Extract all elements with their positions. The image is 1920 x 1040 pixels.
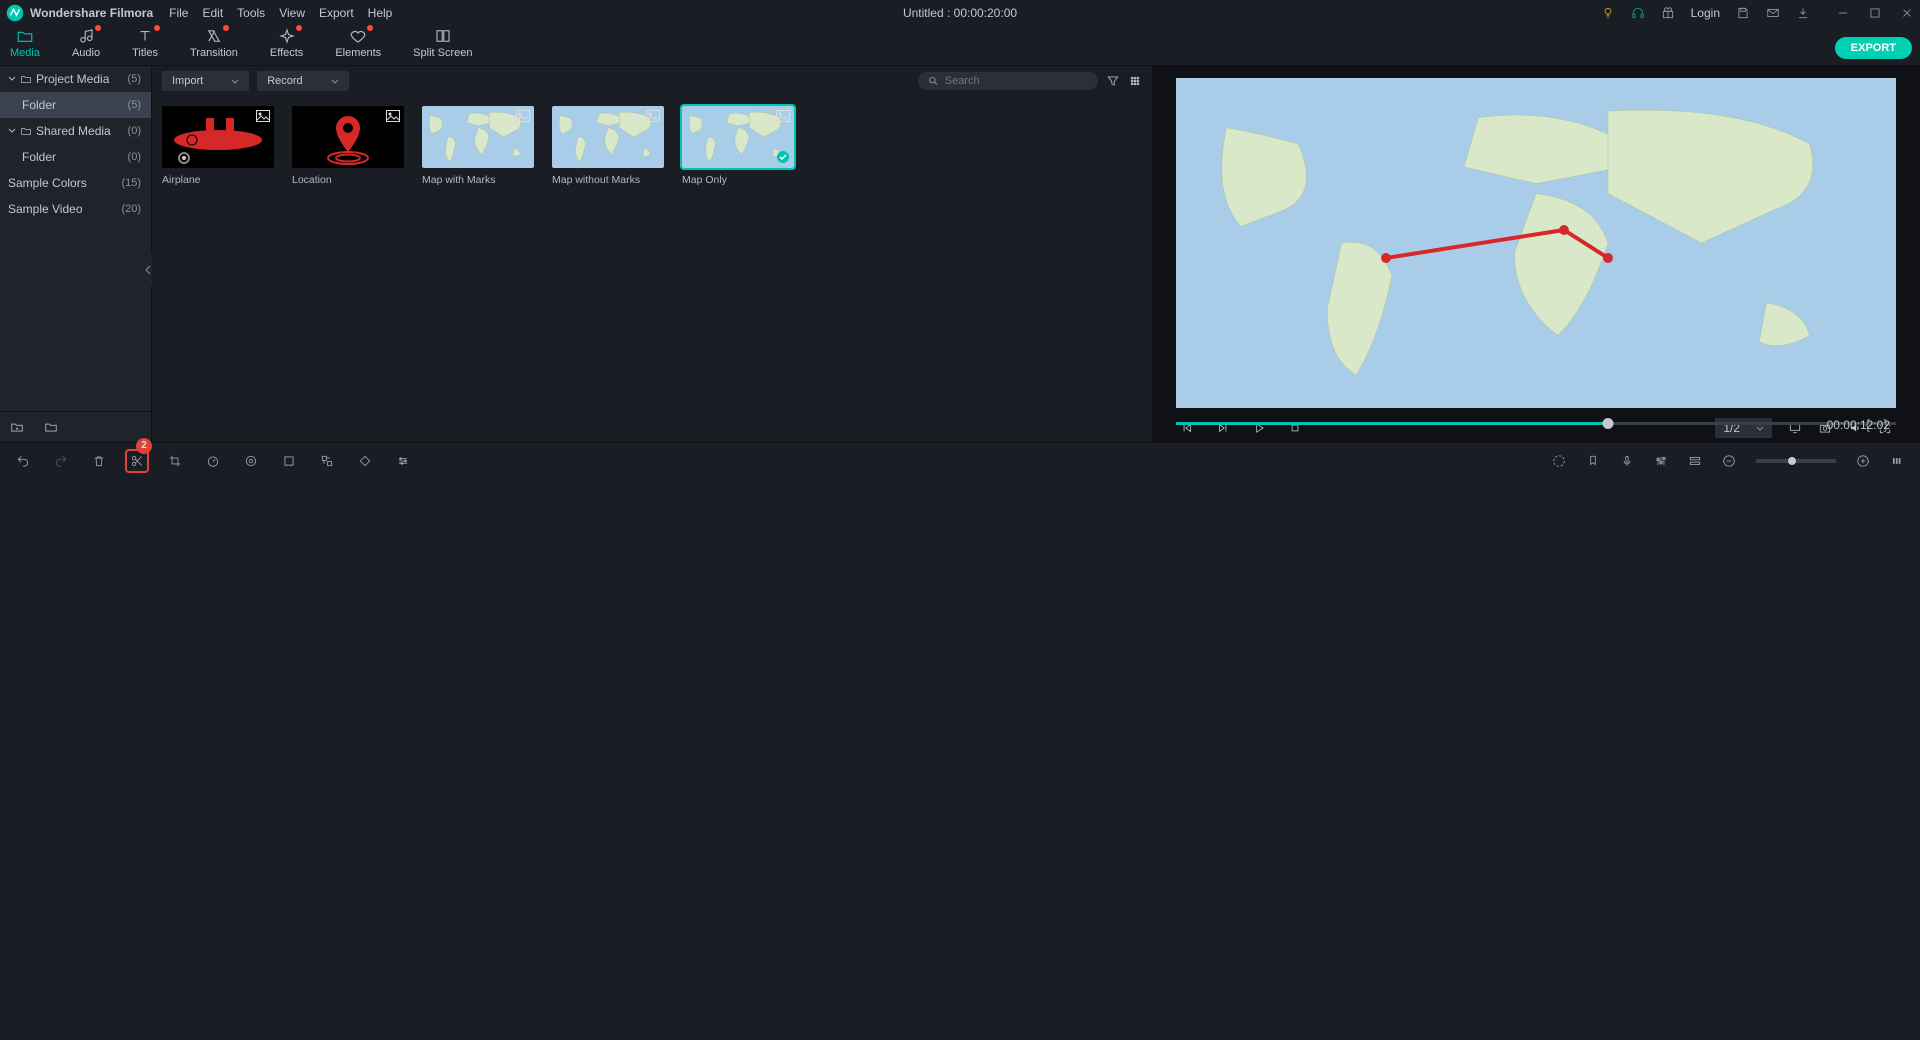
mail-icon[interactable]: [1766, 6, 1780, 20]
media-browser: Import Record AirplaneLocation Map with …: [152, 66, 1152, 442]
tree-item-sample-video[interactable]: Sample Video(20): [0, 196, 151, 222]
app-logo-icon: [6, 4, 24, 22]
timeline-toolbar: 2: [0, 442, 1920, 478]
tree-item-sample-colors[interactable]: Sample Colors(15): [0, 170, 151, 196]
media-item-airplane[interactable]: Airplane: [162, 106, 274, 186]
tips-icon[interactable]: [1601, 6, 1615, 20]
image-type-icon: [776, 110, 790, 122]
marker-icon[interactable]: [1586, 454, 1600, 468]
media-item-map-with-marks[interactable]: Map with Marks: [422, 106, 534, 186]
keyframe-icon[interactable]: [358, 454, 372, 468]
preview-pane: { } 1/2 00:00:12:02: [1152, 66, 1920, 442]
search-input[interactable]: [945, 75, 1088, 87]
media-item-map-only[interactable]: Map Only: [682, 106, 794, 186]
image-type-icon: [256, 110, 270, 122]
import-label: Import: [172, 75, 203, 87]
menu-export[interactable]: Export: [319, 6, 354, 20]
greenscreen-icon[interactable]: [282, 454, 296, 468]
zoom-out-icon[interactable]: [1722, 454, 1736, 468]
motion-icon[interactable]: [320, 454, 334, 468]
menu-tools[interactable]: Tools: [237, 6, 265, 20]
search-box[interactable]: [918, 72, 1098, 90]
mixer-icon[interactable]: [1654, 454, 1668, 468]
media-item-location[interactable]: Location: [292, 106, 404, 186]
track-options-icon[interactable]: [1688, 454, 1702, 468]
tree-item-folder[interactable]: Folder(0): [0, 144, 151, 170]
delete-icon[interactable]: [92, 454, 106, 468]
search-icon: [928, 75, 939, 87]
menu-edit[interactable]: Edit: [202, 6, 223, 20]
menu-file[interactable]: File: [169, 6, 188, 20]
app-name: Wondershare Filmora: [30, 6, 153, 20]
filter-icon[interactable]: [1106, 74, 1120, 88]
tab-elements[interactable]: Elements: [333, 23, 383, 65]
image-type-icon: [516, 110, 530, 122]
annotation-badge-2: 2: [136, 438, 152, 454]
collapse-handle[interactable]: [144, 254, 152, 286]
tab-audio[interactable]: Audio: [70, 23, 102, 65]
export-button[interactable]: EXPORT: [1835, 37, 1912, 59]
project-tree: Project Media(5)Folder(5)Shared Media(0)…: [0, 66, 152, 442]
record-label: Record: [267, 75, 302, 87]
speed-icon[interactable]: [206, 454, 220, 468]
image-type-icon: [646, 110, 660, 122]
document-title: Untitled : 00:00:20:00: [903, 6, 1017, 20]
zoom-in-icon[interactable]: [1856, 454, 1870, 468]
download-icon[interactable]: [1796, 6, 1810, 20]
preview-canvas[interactable]: [1176, 78, 1896, 408]
zoom-fit-icon[interactable]: [1890, 454, 1904, 468]
split-button[interactable]: 2: [130, 454, 144, 468]
tree-item-shared-media[interactable]: Shared Media(0): [0, 118, 151, 144]
tab-effects[interactable]: Effects: [268, 23, 305, 65]
new-folder-icon[interactable]: [10, 420, 24, 434]
headset-icon[interactable]: [1631, 6, 1645, 20]
close-icon[interactable]: [1900, 6, 1914, 20]
tab-titles[interactable]: Titles: [130, 23, 160, 65]
menu-help[interactable]: Help: [368, 6, 393, 20]
tab-transition[interactable]: Transition: [188, 23, 240, 65]
import-dropdown[interactable]: Import: [162, 71, 249, 91]
gift-icon[interactable]: [1661, 6, 1675, 20]
tree-item-folder[interactable]: Folder(5): [0, 92, 151, 118]
tree-item-project-media[interactable]: Project Media(5): [0, 66, 151, 92]
open-folder-icon[interactable]: [44, 420, 58, 434]
top-menu: File Edit Tools View Export Help: [169, 6, 392, 20]
record-dropdown[interactable]: Record: [257, 71, 348, 91]
grid-view-icon[interactable]: [1128, 74, 1142, 88]
adjust-icon[interactable]: [396, 454, 410, 468]
zoom-slider[interactable]: [1756, 459, 1836, 463]
menu-view[interactable]: View: [279, 6, 305, 20]
crop-icon[interactable]: [168, 454, 182, 468]
zoom-dropdown[interactable]: 1/2: [1715, 418, 1772, 438]
color-icon[interactable]: [244, 454, 258, 468]
render-icon[interactable]: [1552, 454, 1566, 468]
preview-slider[interactable]: { }: [1176, 414, 1896, 418]
login-button[interactable]: Login: [1691, 6, 1720, 20]
undo-icon[interactable]: [16, 454, 30, 468]
tab-media[interactable]: Media: [8, 23, 42, 65]
minimize-icon[interactable]: [1836, 6, 1850, 20]
maximize-icon[interactable]: [1868, 6, 1882, 20]
redo-icon[interactable]: [54, 454, 68, 468]
save-icon[interactable]: [1736, 6, 1750, 20]
voiceover-icon[interactable]: [1620, 454, 1634, 468]
preview-timecode: 00:00:12:02: [1827, 418, 1890, 432]
tab-split-screen[interactable]: Split Screen: [411, 23, 474, 65]
media-item-map-without-marks[interactable]: Map without Marks: [552, 106, 664, 186]
tab-bar: Media Audio Titles Transition Effects Element…: [0, 26, 1920, 66]
image-type-icon: [386, 110, 400, 122]
